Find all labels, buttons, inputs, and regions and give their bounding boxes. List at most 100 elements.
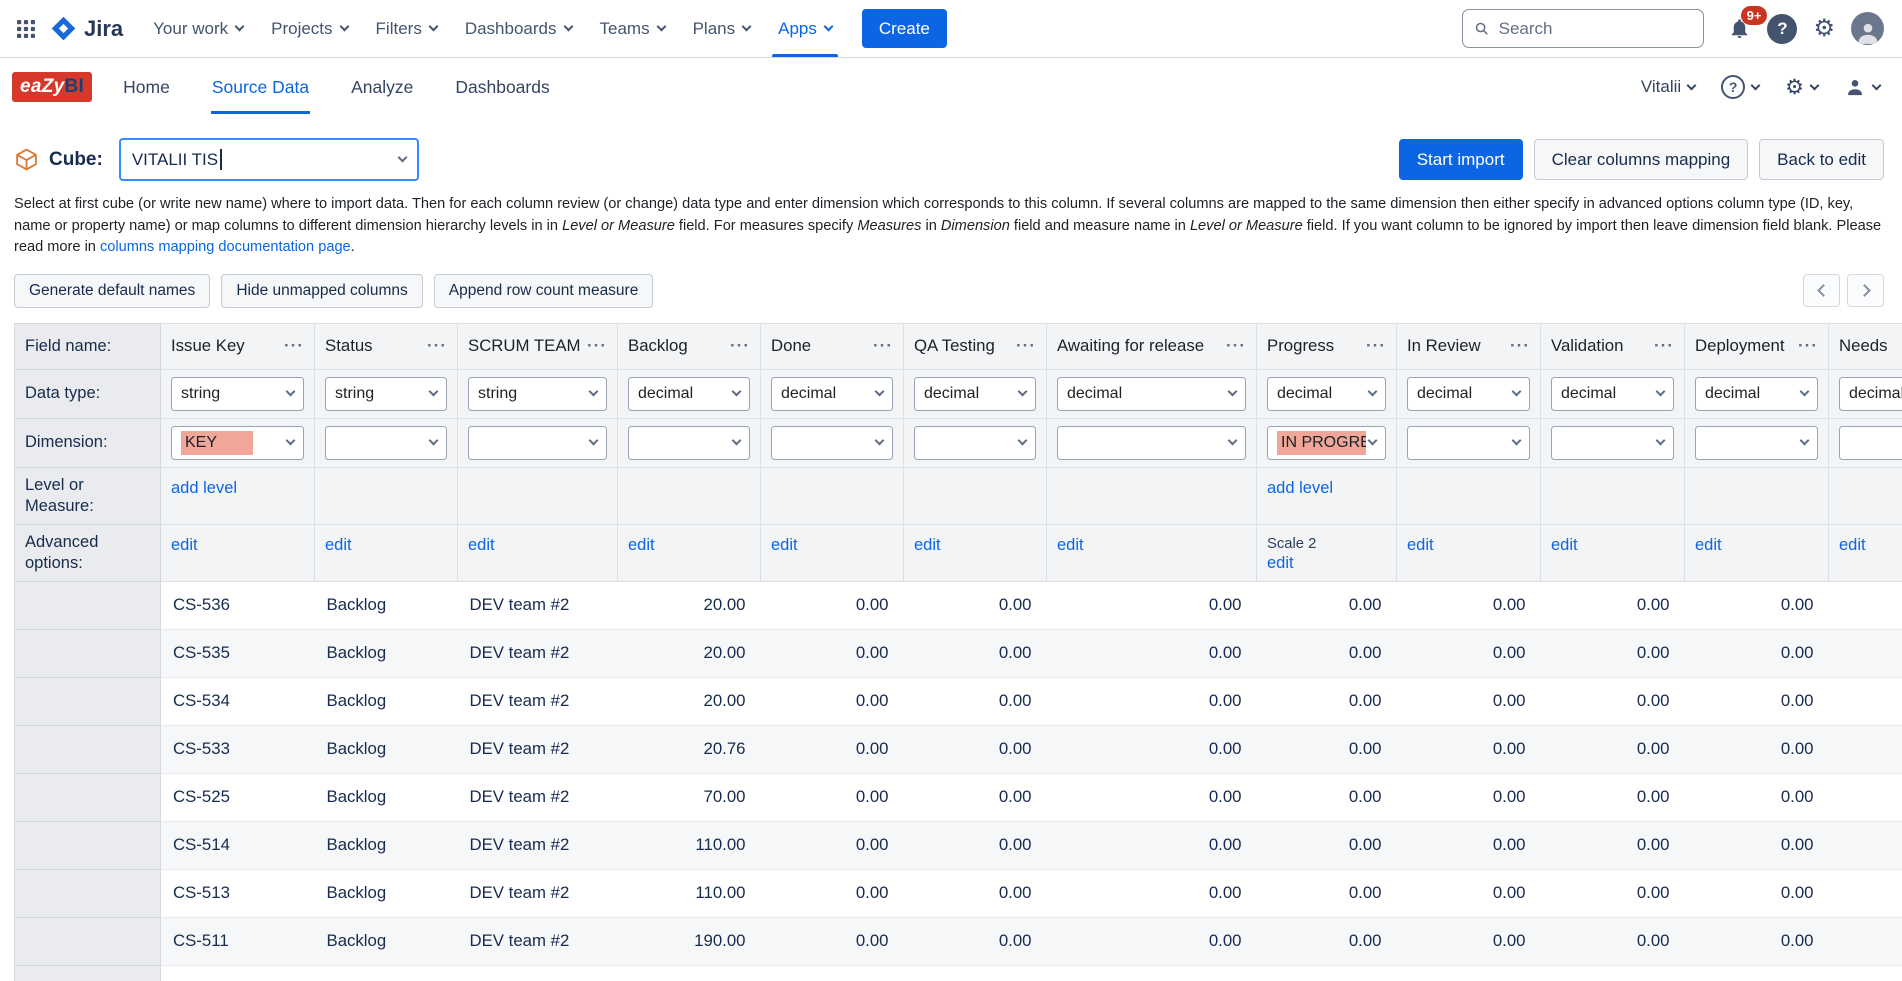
column-menu-button[interactable]: ··· xyxy=(1798,336,1818,356)
documentation-link[interactable]: columns mapping documentation page xyxy=(100,239,351,255)
nav-item-filters[interactable]: Filters xyxy=(362,0,451,57)
notifications-button[interactable]: 9+ xyxy=(1722,11,1757,46)
edit-link-progress[interactable]: edit xyxy=(1267,554,1294,572)
column-menu-button[interactable]: ··· xyxy=(1510,336,1530,356)
edit-link-qa-testing[interactable]: edit xyxy=(914,536,941,554)
value-cell: 0.00 xyxy=(1541,581,1685,629)
cube-select[interactable]: VITALII TIS xyxy=(119,138,419,181)
dimension-select-scrum-team[interactable] xyxy=(468,426,607,460)
dimension-select-done[interactable] xyxy=(771,426,893,460)
data-type-select-in-review[interactable]: decimal xyxy=(1407,377,1530,411)
dimension-select-qa-testing[interactable] xyxy=(914,426,1036,460)
dimension-select-validation[interactable] xyxy=(1551,426,1674,460)
edit-link-awaiting-for-release[interactable]: edit xyxy=(1057,536,1084,554)
value-cell: 0.00 xyxy=(1257,821,1397,869)
column-menu-button[interactable]: ··· xyxy=(284,336,304,356)
tab-analyze[interactable]: Analyze xyxy=(350,61,414,114)
app-switcher-button[interactable] xyxy=(10,13,42,45)
dimension-select-needs[interactable] xyxy=(1839,426,1902,460)
table-row: CS-525BacklogDEV team #270.000.000.000.0… xyxy=(15,773,1902,821)
column-header-validation: Validation··· xyxy=(1541,323,1685,369)
nav-item-projects[interactable]: Projects xyxy=(257,0,361,57)
table-row: CS-514BacklogDEV team #2110.000.000.000.… xyxy=(15,821,1902,869)
eazybi-help-menu[interactable]: ? xyxy=(1721,75,1759,99)
dimension-select-awaiting-for-release[interactable] xyxy=(1057,426,1246,460)
edit-link-validation[interactable]: edit xyxy=(1551,536,1578,554)
search-input[interactable] xyxy=(1499,19,1693,39)
settings-button[interactable]: ⚙ xyxy=(1807,11,1841,47)
prev-page-button[interactable] xyxy=(1803,274,1840,307)
nav-item-apps[interactable]: Apps xyxy=(764,0,846,57)
jira-nav-items: Your workProjectsFiltersDashboardsTeamsP… xyxy=(139,0,846,57)
generate-default-names-button[interactable]: Generate default names xyxy=(14,274,210,308)
value-cell: 0.00 xyxy=(1397,965,1541,981)
team-cell: DEV team #2 xyxy=(458,821,618,869)
tab-source-data[interactable]: Source Data xyxy=(211,61,310,114)
nav-item-dashboards[interactable]: Dashboards xyxy=(451,0,586,57)
data-type-select-validation[interactable]: decimal xyxy=(1551,377,1674,411)
create-button[interactable]: Create xyxy=(862,9,947,48)
dimension-select-deployment[interactable] xyxy=(1695,426,1818,460)
eazybi-settings-menu[interactable]: ⚙ xyxy=(1785,77,1818,98)
nav-item-plans[interactable]: Plans xyxy=(679,0,765,57)
edit-link-needs[interactable]: edit xyxy=(1839,536,1866,554)
edit-link-issue-key[interactable]: edit xyxy=(171,536,198,554)
jira-logo[interactable]: Jira xyxy=(50,15,123,42)
issue-key-cell: CS-536 xyxy=(161,581,315,629)
data-type-select-status[interactable]: string xyxy=(325,377,447,411)
edit-link-status[interactable]: edit xyxy=(325,536,352,554)
column-menu-button[interactable]: ··· xyxy=(587,336,607,356)
eazybi-logo[interactable]: eaZyBI xyxy=(12,72,92,102)
team-cell: DEV team #2 xyxy=(458,869,618,917)
account-name-menu[interactable]: Vitalii xyxy=(1641,77,1695,97)
clear-columns-mapping-button[interactable]: Clear columns mapping xyxy=(1534,139,1749,180)
column-menu-button[interactable]: ··· xyxy=(1366,336,1386,356)
edit-link-backlog[interactable]: edit xyxy=(628,536,655,554)
dimension-select-issue-key[interactable]: KEY xyxy=(171,426,304,460)
edit-link-in-review[interactable]: edit xyxy=(1407,536,1434,554)
edit-link-done[interactable]: edit xyxy=(771,536,798,554)
column-menu-button[interactable]: ··· xyxy=(1016,336,1036,356)
data-type-select-needs[interactable]: decimal xyxy=(1839,377,1902,411)
edit-link-deployment[interactable]: edit xyxy=(1695,536,1722,554)
add-level-link-issue-key[interactable]: add level xyxy=(171,479,237,497)
data-type-select-deployment[interactable]: decimal xyxy=(1695,377,1818,411)
help-button[interactable]: ? xyxy=(1767,14,1797,44)
tab-home[interactable]: Home xyxy=(122,61,171,114)
tab-dashboards[interactable]: Dashboards xyxy=(454,61,550,114)
data-type-select-done[interactable]: decimal xyxy=(771,377,893,411)
start-import-button[interactable]: Start import xyxy=(1399,139,1523,180)
column-menu-button[interactable]: ··· xyxy=(1654,336,1674,356)
eazybi-user-menu[interactable] xyxy=(1844,76,1880,98)
nav-item-teams[interactable]: Teams xyxy=(586,0,679,57)
column-menu-button[interactable]: ··· xyxy=(1226,336,1246,356)
status-cell: Backlog xyxy=(315,965,458,981)
edit-link-scrum-team[interactable]: edit xyxy=(468,536,495,554)
chevron-down-icon xyxy=(286,436,296,446)
value-cell: 0.00 xyxy=(1047,581,1257,629)
hide-unmapped-columns-button[interactable]: Hide unmapped columns xyxy=(221,274,422,308)
data-type-select-awaiting-for-release[interactable]: decimal xyxy=(1057,377,1246,411)
chevron-down-icon xyxy=(1810,80,1820,90)
data-type-select-progress[interactable]: decimal xyxy=(1267,377,1386,411)
column-menu-button[interactable]: ··· xyxy=(427,336,447,356)
user-avatar[interactable] xyxy=(1851,12,1884,45)
value-cell xyxy=(1829,821,1902,869)
status-cell: Backlog xyxy=(315,917,458,965)
append-row-count-measure-button[interactable]: Append row count measure xyxy=(434,274,654,308)
dimension-select-status[interactable] xyxy=(325,426,447,460)
dimension-select-in-review[interactable] xyxy=(1407,426,1530,460)
data-type-select-qa-testing[interactable]: decimal xyxy=(914,377,1036,411)
column-menu-button[interactable]: ··· xyxy=(730,336,750,356)
dimension-select-progress[interactable]: IN PROGRESS xyxy=(1267,426,1386,460)
nav-item-your-work[interactable]: Your work xyxy=(139,0,257,57)
data-type-select-scrum-team[interactable]: string xyxy=(468,377,607,411)
data-type-select-issue-key[interactable]: string xyxy=(171,377,304,411)
column-menu-button[interactable]: ··· xyxy=(873,336,893,356)
back-to-edit-button[interactable]: Back to edit xyxy=(1759,139,1884,180)
add-level-link-progress[interactable]: add level xyxy=(1267,479,1333,497)
data-type-select-backlog[interactable]: decimal xyxy=(628,377,750,411)
dimension-select-backlog[interactable] xyxy=(628,426,750,460)
next-page-button[interactable] xyxy=(1847,274,1884,307)
chevron-down-icon xyxy=(1228,387,1238,397)
